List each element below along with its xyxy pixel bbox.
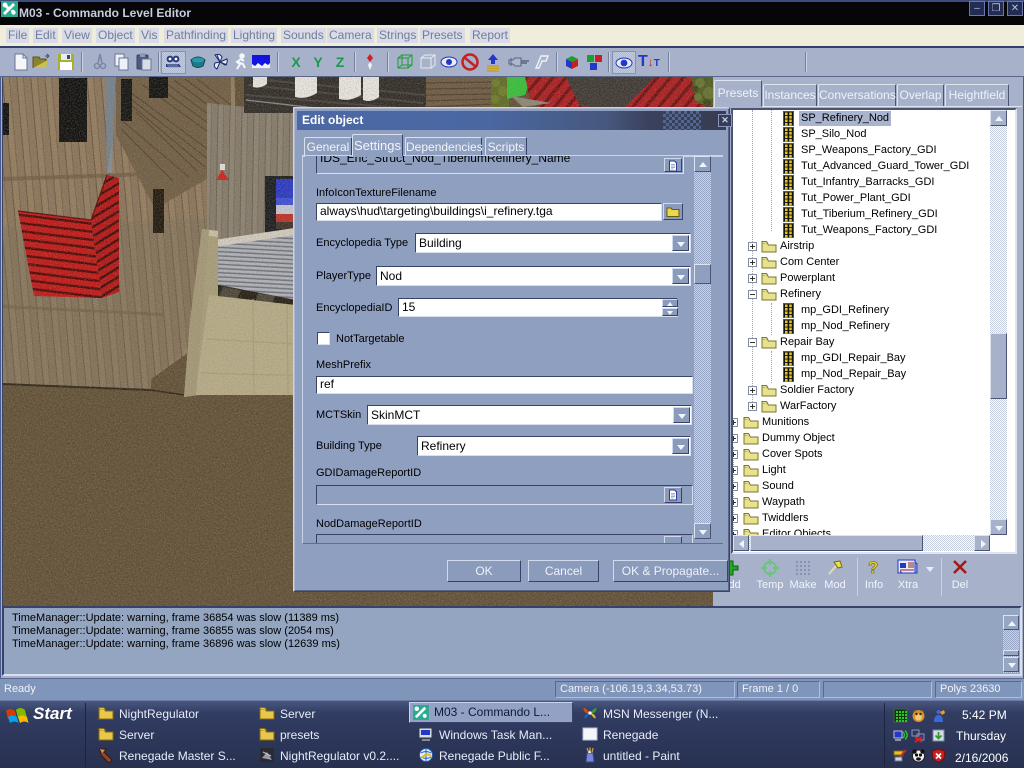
svg-text:?: ? [868, 558, 878, 577]
